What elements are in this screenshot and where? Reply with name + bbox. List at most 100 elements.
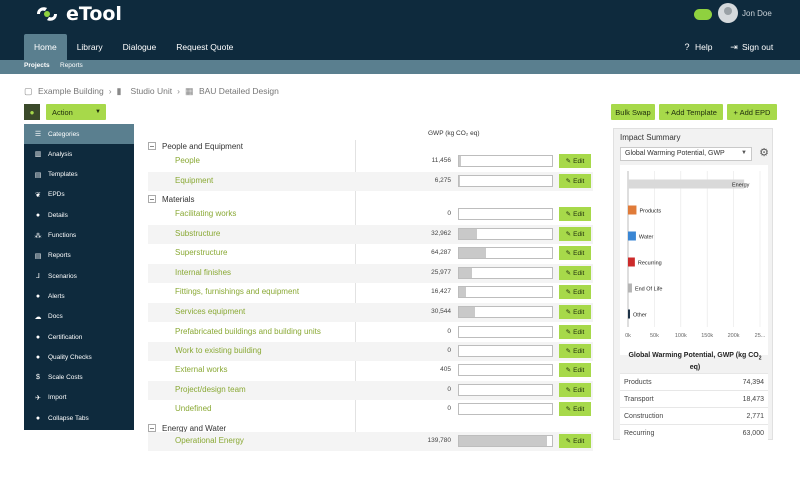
row-label[interactable]: Operational Energy <box>175 436 244 445</box>
sidebar-item-epds[interactable]: ❦ EPDs <box>24 185 134 205</box>
nav-dialogue[interactable]: Dialogue <box>113 34 167 60</box>
chart-bar-energy[interactable] <box>628 179 745 189</box>
sidebar-item-analysis[interactable]: ▥ Analysis <box>24 144 134 164</box>
subnav-projects[interactable]: Projects <box>24 62 50 69</box>
impact-summary-heading: Global Warming Potential, GWP (kg CO2 eq… <box>624 351 766 373</box>
document-icon: ▤ <box>34 252 42 260</box>
sidebar-item-certification[interactable]: ● Certification <box>24 327 134 347</box>
edit-button[interactable]: ✎ Edit <box>559 363 591 377</box>
row-value: 11,456 <box>431 157 451 164</box>
sidebar-item-details[interactable]: ● Details <box>24 205 134 225</box>
summary-row: Transport 18,473 <box>620 390 768 407</box>
gear-icon[interactable]: ⚙ <box>758 147 770 159</box>
sidebar-item-alerts[interactable]: ● Alerts <box>24 286 134 306</box>
help-link[interactable]: ? Help <box>682 34 712 60</box>
sidebar-item-scenarios[interactable]: ⅃ Scenarios <box>24 266 134 286</box>
sidebar-item-import[interactable]: ✈ Import <box>24 388 134 408</box>
add-template-button[interactable]: + Add Template <box>659 104 723 120</box>
edit-button[interactable]: ✎ Edit <box>559 207 591 221</box>
chart-bar-water[interactable] <box>628 231 636 241</box>
user-name[interactable]: Jon Doe <box>742 9 772 18</box>
add-button[interactable]: ● <box>24 104 40 120</box>
edit-label: Edit <box>573 437 585 445</box>
row-label[interactable]: Equipment <box>175 176 213 185</box>
row-label[interactable]: Substructure <box>175 229 220 238</box>
row-label[interactable]: Facilitating works <box>175 209 236 218</box>
row-label[interactable]: Undefined <box>175 404 211 413</box>
edit-icon: ✎ <box>565 250 572 257</box>
edit-button[interactable]: ✎ Edit <box>559 434 591 448</box>
etool-logo-icon[interactable] <box>34 4 60 24</box>
sidebar-item-scale-costs[interactable]: $ Scale Costs <box>24 368 134 388</box>
edit-button[interactable]: ✎ Edit <box>559 154 591 168</box>
gwp-bar <box>458 286 553 298</box>
chart-bar-other[interactable] <box>628 309 630 319</box>
edit-button[interactable]: ✎ Edit <box>559 344 591 358</box>
nav-request-quote[interactable]: Request Quote <box>166 34 243 60</box>
nav-library[interactable]: Library <box>67 34 113 60</box>
row-label[interactable]: People <box>175 156 200 165</box>
row-value: 16,427 <box>431 288 451 295</box>
sidebar-item-collapse-tabs[interactable]: ● Collapse Tabs <box>24 408 134 428</box>
category-header[interactable]: People and Equipment <box>148 140 243 152</box>
row-label[interactable]: Superstructure <box>175 248 227 257</box>
sidebar-item-categories[interactable]: ☰ Categories <box>24 124 134 144</box>
sidebar-item-docs[interactable]: ☁ Docs <box>24 307 134 327</box>
impact-bar-chart: 0k 50k 100k 150k 200k 25... Energy Products Wate… <box>625 171 766 339</box>
edit-button[interactable]: ✎ Edit <box>559 174 591 188</box>
edit-button[interactable]: ✎ Edit <box>559 402 591 416</box>
edit-button[interactable]: ✎ Edit <box>559 305 591 319</box>
summary-value: 18,473 <box>742 396 764 403</box>
breadcrumb-unit[interactable]: Studio Unit <box>131 86 173 96</box>
bulk-swap-button[interactable]: Bulk Swap <box>611 104 655 120</box>
edit-button[interactable]: ✎ Edit <box>559 266 591 280</box>
edit-label: Edit <box>573 308 585 316</box>
breadcrumb-design[interactable]: BAU Detailed Design <box>199 86 279 96</box>
edit-icon: ✎ <box>565 438 572 445</box>
collapse-toggle-icon[interactable] <box>148 195 156 203</box>
row-label[interactable]: Prefabricated buildings and building uni… <box>175 327 321 336</box>
avatar[interactable] <box>718 3 738 23</box>
edit-button[interactable]: ✎ Edit <box>559 246 591 260</box>
action-dropdown[interactable]: Action ▼ <box>46 104 106 120</box>
sidebar-item-quality-checks[interactable]: ● Quality Checks <box>24 347 134 367</box>
chart-bar-end-of-life[interactable] <box>628 283 632 293</box>
gwp-bar <box>458 345 553 357</box>
row-label[interactable]: Services equipment <box>175 307 245 316</box>
row-label[interactable]: Fittings, furnishings and equipment <box>175 287 299 296</box>
edit-button[interactable]: ✎ Edit <box>559 325 591 339</box>
leaf-icon: ❦ <box>35 191 41 199</box>
sidebar-item-reports[interactable]: ▤ Reports <box>24 246 134 266</box>
breadcrumb-building[interactable]: Example Building <box>38 86 104 96</box>
chart-bar-label: Energy <box>732 183 750 189</box>
edit-button[interactable]: ✎ Edit <box>559 227 591 241</box>
x-tick-label: 25... <box>755 333 766 339</box>
nav-home[interactable]: Home <box>24 34 67 60</box>
sign-out-link[interactable]: ⇥ Sign out <box>729 34 773 60</box>
edit-label: Edit <box>573 230 585 238</box>
collapse-toggle-icon[interactable] <box>148 424 156 432</box>
brand-name[interactable]: eTool <box>66 3 122 25</box>
sidebar-item-functions[interactable]: ⁂ Functions <box>24 226 134 246</box>
summary-label: Construction <box>624 413 664 420</box>
scenarios-icon: ⅃ <box>36 273 40 281</box>
table-row: Undefined 0 ✎ Edit <box>148 400 593 419</box>
impact-category-select[interactable]: Global Warming Potential, GWP ▼ <box>620 147 752 161</box>
collapse-toggle-icon[interactable] <box>148 142 156 150</box>
sidebar-item-label: Reports <box>48 252 71 260</box>
sidebar-item-templates[interactable]: ▤ Templates <box>24 165 134 185</box>
chart-bar-products[interactable] <box>628 205 637 215</box>
add-epd-button[interactable]: + Add EPD <box>727 104 777 120</box>
edit-button[interactable]: ✎ Edit <box>559 285 591 299</box>
row-label[interactable]: External works <box>175 365 227 374</box>
subnav-reports[interactable]: Reports <box>60 62 83 69</box>
gwp-column-header: GWP (kg CO₂ eq) <box>428 130 480 137</box>
row-label[interactable]: Project/design team <box>175 385 246 394</box>
row-label[interactable]: Work to existing building <box>175 346 262 355</box>
row-label[interactable]: Internal finishes <box>175 268 231 277</box>
row-value: 6,275 <box>434 177 451 184</box>
chart-bar-recurring[interactable] <box>628 257 635 267</box>
edit-button[interactable]: ✎ Edit <box>559 383 591 397</box>
category-header[interactable]: Materials <box>148 193 194 205</box>
edit-icon: ✎ <box>565 367 572 374</box>
